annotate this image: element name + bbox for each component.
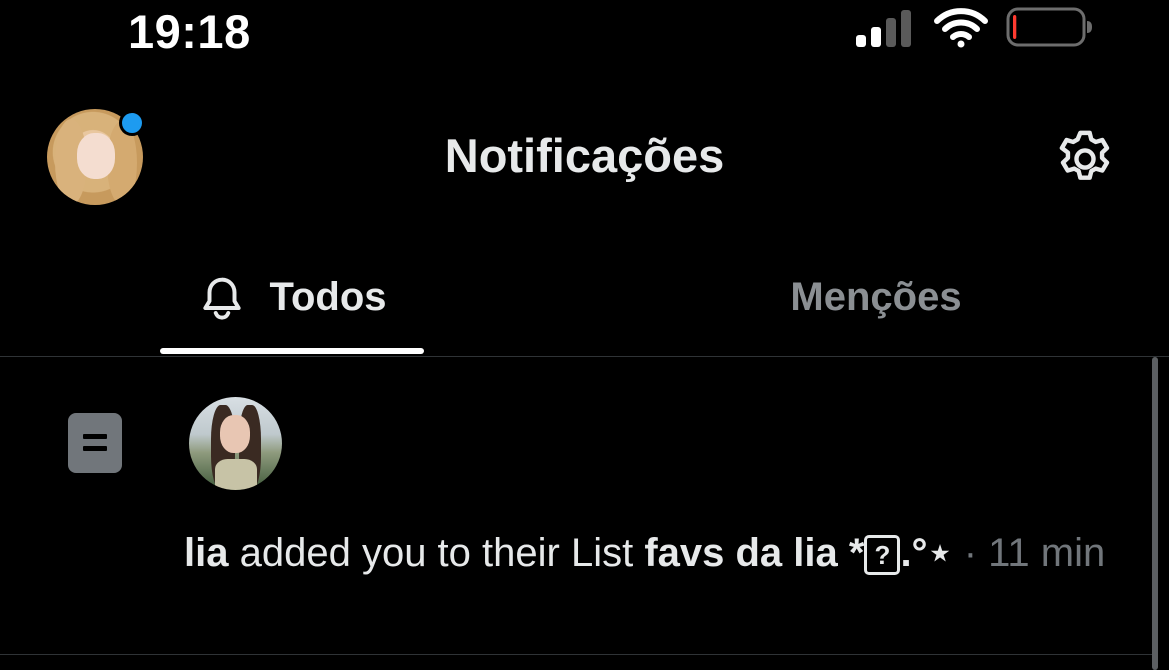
notification-list-suffix: .°⋆ bbox=[900, 531, 953, 575]
unknown-glyph-icon: ? bbox=[864, 535, 901, 576]
notification-time: 11 min bbox=[988, 531, 1106, 575]
tab-todos[interactable]: Todos bbox=[160, 240, 424, 355]
status-bar: 19:18 bbox=[0, 0, 1169, 60]
bell-icon bbox=[203, 277, 242, 320]
notification-text: lia added you to their List favs da lia … bbox=[184, 525, 1124, 582]
battery-low-icon bbox=[1006, 7, 1092, 47]
gear-icon[interactable] bbox=[1052, 126, 1118, 192]
cellular-signal-icon bbox=[856, 10, 911, 47]
status-time: 19:18 bbox=[128, 5, 251, 58]
notification-item[interactable]: lia added you to their List favs da lia … bbox=[0, 357, 1152, 655]
wifi-icon bbox=[934, 8, 988, 48]
tab-todos-label: Todos bbox=[269, 275, 387, 319]
active-tab-indicator bbox=[160, 348, 424, 354]
tab-mencoes-label: Menções bbox=[790, 275, 962, 319]
tab-bar: Todos Menções bbox=[0, 240, 1169, 357]
notification-list-name[interactable]: favs da lia * bbox=[644, 531, 864, 575]
notification-action: added you to their List bbox=[228, 531, 645, 575]
top-header: Notificações bbox=[0, 100, 1169, 220]
notification-user[interactable]: lia bbox=[184, 531, 228, 575]
tab-mencoes[interactable]: Menções bbox=[742, 240, 1010, 355]
list-icon bbox=[68, 413, 122, 473]
scrollbar[interactable] bbox=[1152, 357, 1158, 670]
lia-avatar[interactable] bbox=[189, 397, 282, 490]
page-title: Notificações bbox=[444, 129, 725, 182]
notification-separator: · bbox=[952, 531, 989, 575]
